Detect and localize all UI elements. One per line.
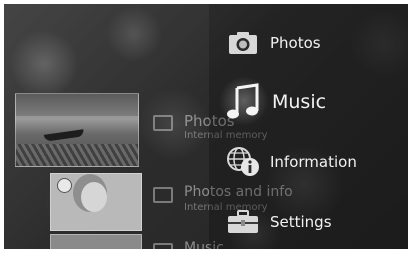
- photo-frame-icon: [153, 115, 173, 131]
- menu-item-label: Photos: [270, 34, 321, 52]
- globe-info-icon: [226, 145, 260, 179]
- music-note-icon: [226, 83, 260, 119]
- music-thumbnail[interactable]: [50, 234, 142, 249]
- main-menu: Photos Music Information Settings: [209, 4, 408, 249]
- background-content-list: Photos Internal memory Photos and info I…: [4, 4, 293, 249]
- photo-info-icon: [153, 187, 173, 203]
- music-frame-icon: [153, 243, 173, 249]
- clock-icon: [57, 178, 72, 193]
- thumbnail-trees: [16, 94, 138, 116]
- portrait-photo-thumbnail[interactable]: [50, 173, 142, 231]
- device-screen: Photos Internal memory Photos and info I…: [4, 4, 408, 249]
- thumbnail-leaves: [16, 144, 138, 166]
- menu-item-photos[interactable]: Photos: [209, 23, 408, 63]
- menu-item-label: Settings: [270, 213, 332, 231]
- camera-icon: [226, 26, 260, 60]
- menu-item-label: Information: [270, 153, 357, 171]
- menu-item-label: Music: [272, 91, 327, 113]
- thumbnail-face: [81, 182, 107, 212]
- menu-item-settings[interactable]: Settings: [209, 202, 408, 242]
- menu-item-information[interactable]: Information: [209, 142, 408, 182]
- thumbnail-boat: [43, 129, 85, 142]
- toolbox-icon: [226, 205, 260, 239]
- lake-photo-thumbnail[interactable]: [15, 93, 139, 167]
- menu-item-music[interactable]: Music: [209, 76, 408, 126]
